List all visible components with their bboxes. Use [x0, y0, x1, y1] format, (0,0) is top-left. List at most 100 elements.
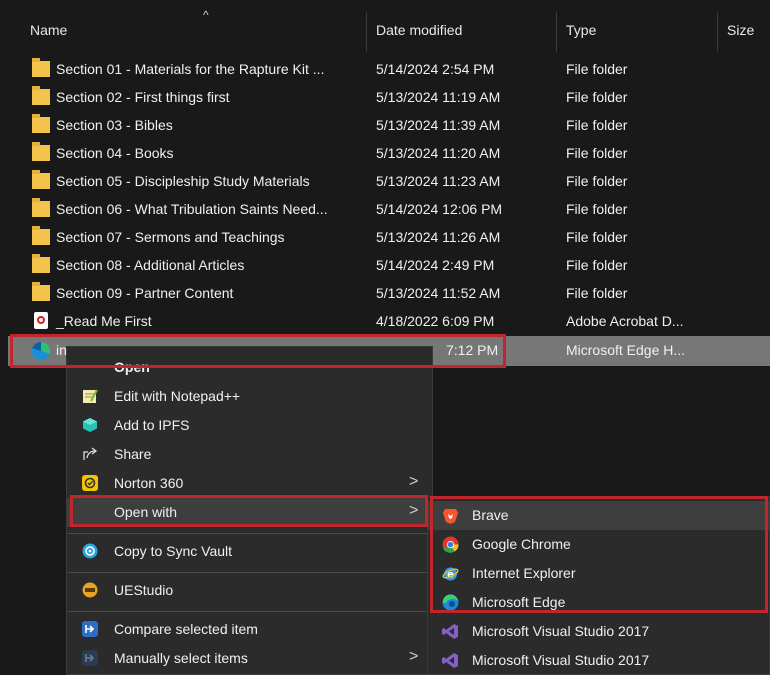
file-date: 5/13/2024 11:52 AM — [376, 285, 501, 301]
submenu-item-label: Microsoft Visual Studio 2017 — [472, 652, 650, 668]
file-row[interactable]: Section 07 - Sermons and Teachings 5/13/… — [0, 224, 770, 252]
chevron-right-icon: > — [409, 473, 419, 490]
menu-item-manually-select[interactable]: Manually select items > — [67, 644, 432, 673]
file-row[interactable]: Section 05 - Discipleship Study Material… — [0, 168, 770, 196]
file-row[interactable]: _Read Me First 4/18/2022 6:09 PM Adobe A… — [0, 308, 770, 336]
file-name: Section 07 - Sermons and Teachings — [56, 229, 285, 245]
file-type: File folder — [566, 285, 628, 301]
menu-item-compare-selected[interactable]: Compare selected item — [67, 615, 432, 644]
column-type[interactable]: Type — [566, 22, 596, 38]
column-header: ^ Name Date modified Type Size — [0, 0, 770, 60]
submenu-item-brave[interactable]: Brave — [428, 501, 769, 530]
file-date: 7:12 PM — [446, 342, 499, 358]
menu-item-label: Manually select items — [114, 650, 248, 666]
context-menu: Open Edit with Notepad++ Add to IPFS Sha… — [66, 346, 433, 675]
submenu-item-visual-studio[interactable]: Microsoft Visual Studio 2017 — [428, 646, 769, 675]
edge-icon — [442, 594, 459, 611]
file-row[interactable]: Section 06 - What Tribulation Saints Nee… — [0, 196, 770, 224]
file-date: 4/18/2022 6:09 PM — [376, 313, 495, 329]
sort-ascending-icon: ^ — [203, 8, 209, 22]
column-size[interactable]: Size — [727, 22, 754, 38]
menu-item-add-ipfs[interactable]: Add to IPFS — [67, 411, 432, 440]
file-name: Section 02 - First things first — [56, 89, 230, 105]
menu-item-norton[interactable]: Norton 360 > — [67, 469, 432, 498]
open-with-submenu: Brave Google Chrome e Internet Explorer … — [427, 496, 770, 675]
file-row[interactable]: Section 08 - Additional Articles 5/14/20… — [0, 252, 770, 280]
chevron-right-icon: > — [409, 502, 419, 519]
file-row[interactable]: Section 09 - Partner Content 5/13/2024 1… — [0, 280, 770, 308]
menu-item-label: Compare selected item — [114, 621, 258, 637]
file-date: 5/13/2024 11:26 AM — [376, 229, 501, 245]
file-date: 5/14/2024 2:54 PM — [376, 61, 495, 77]
sync-vault-icon — [82, 543, 98, 559]
menu-item-label: Norton 360 — [114, 475, 184, 491]
file-row[interactable]: Section 04 - Books 5/13/2024 11:20 AM Fi… — [0, 140, 770, 168]
submenu-item-label: Google Chrome — [472, 536, 571, 552]
file-type: Microsoft Edge H... — [566, 342, 686, 358]
menu-item-label: Share — [114, 446, 152, 462]
uestudio-icon — [82, 582, 98, 598]
menu-item-label: Edit with Notepad++ — [114, 388, 241, 404]
file-type: Adobe Acrobat D... — [566, 313, 684, 329]
menu-item-open-with[interactable]: Open with > — [67, 498, 432, 527]
file-date: 5/13/2024 11:39 AM — [376, 117, 501, 133]
file-name: Section 01 - Materials for the Rapture K… — [56, 61, 325, 77]
column-divider[interactable] — [717, 12, 718, 52]
menu-divider — [67, 611, 432, 612]
menu-item-uestudio[interactable]: UEStudio — [67, 576, 432, 605]
pdf-icon — [34, 312, 48, 329]
column-divider[interactable] — [556, 12, 557, 52]
column-name[interactable]: Name — [30, 22, 67, 38]
submenu-item-internet-explorer[interactable]: e Internet Explorer — [428, 559, 769, 588]
folder-icon — [32, 254, 50, 273]
menu-item-share[interactable]: Share — [67, 440, 432, 469]
notepad-icon — [82, 388, 98, 404]
folder-icon — [32, 170, 50, 189]
file-type: File folder — [566, 61, 628, 77]
ipfs-cube-icon — [82, 417, 98, 433]
file-type: File folder — [566, 257, 628, 273]
file-date: 5/14/2024 2:49 PM — [376, 257, 495, 273]
ie-icon: e — [442, 565, 459, 582]
menu-divider — [67, 533, 432, 534]
folder-icon — [32, 114, 50, 133]
submenu-item-edge[interactable]: Microsoft Edge — [428, 588, 769, 617]
folder-icon — [32, 86, 50, 105]
file-name: Section 04 - Books — [56, 145, 174, 161]
submenu-item-visual-studio[interactable]: Microsoft Visual Studio 2017 — [428, 617, 769, 646]
file-row[interactable]: Section 02 - First things first 5/13/202… — [0, 84, 770, 112]
file-type: File folder — [566, 117, 628, 133]
file-date: 5/13/2024 11:19 AM — [376, 89, 501, 105]
visual-studio-icon — [442, 652, 459, 669]
file-type: File folder — [566, 173, 628, 189]
file-row[interactable]: Section 03 - Bibles 5/13/2024 11:39 AM F… — [0, 112, 770, 140]
file-name: Section 06 - What Tribulation Saints Nee… — [56, 201, 328, 217]
menu-item-copy-sync-vault[interactable]: Copy to Sync Vault — [67, 537, 432, 566]
file-type: File folder — [566, 145, 628, 161]
folder-icon — [32, 142, 50, 161]
file-name: Section 05 - Discipleship Study Material… — [56, 173, 310, 189]
column-date-modified[interactable]: Date modified — [376, 22, 462, 38]
folder-icon — [32, 58, 50, 77]
file-type: File folder — [566, 201, 628, 217]
file-date: 5/13/2024 11:23 AM — [376, 173, 501, 189]
folder-icon — [32, 226, 50, 245]
file-type: File folder — [566, 229, 628, 245]
menu-item-label: Open — [114, 359, 150, 375]
brave-icon — [442, 507, 459, 524]
file-row[interactable]: Section 01 - Materials for the Rapture K… — [0, 56, 770, 84]
menu-item-edit-notepad[interactable]: Edit with Notepad++ — [67, 382, 432, 411]
edge-icon — [32, 342, 50, 360]
compare-icon — [82, 621, 98, 637]
submenu-item-label: Microsoft Visual Studio 2017 — [472, 623, 650, 639]
column-divider[interactable] — [366, 12, 367, 52]
submenu-item-chrome[interactable]: Google Chrome — [428, 530, 769, 559]
submenu-item-label: Brave — [472, 507, 509, 523]
share-icon — [82, 446, 98, 462]
chevron-right-icon: > — [409, 648, 419, 665]
file-name: Section 03 - Bibles — [56, 117, 173, 133]
menu-item-open[interactable]: Open — [67, 353, 432, 382]
file-type: File folder — [566, 89, 628, 105]
file-date: 5/14/2024 12:06 PM — [376, 201, 503, 217]
menu-item-label: Add to IPFS — [114, 417, 190, 433]
